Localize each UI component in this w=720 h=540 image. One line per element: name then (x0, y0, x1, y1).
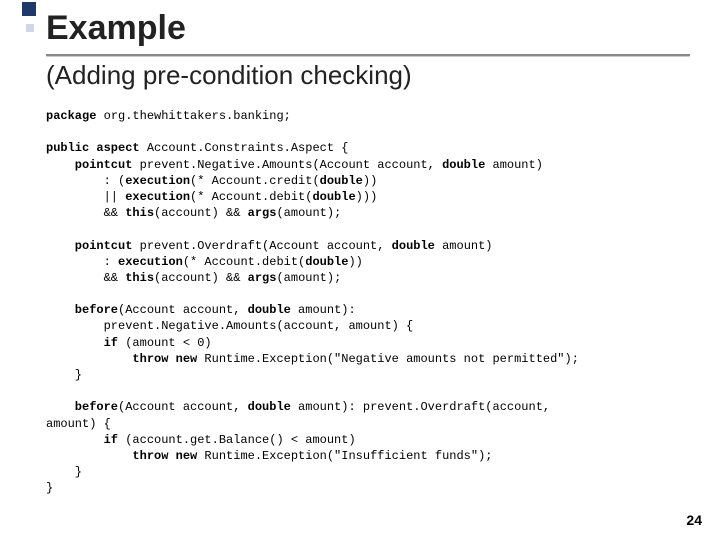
code-text: ))) (356, 190, 378, 204)
kw-this: this (125, 206, 154, 220)
slide-title: Example (46, 10, 690, 47)
code-text: prevent.Negative.Amounts(account, amount… (46, 319, 413, 333)
code-text: : (46, 255, 118, 269)
kw-execution: execution (118, 255, 183, 269)
kw-this: this (125, 271, 154, 285)
code-text: amount) (435, 239, 493, 253)
kw-double: double (392, 239, 435, 253)
code-text: )) (348, 255, 362, 269)
code-text: amount) { (46, 417, 111, 431)
kw-double: double (248, 303, 291, 317)
code-text: : ( (46, 174, 125, 188)
kw-pointcut: pointcut (46, 239, 132, 253)
code-text: amount) (485, 158, 543, 172)
kw-package: package (46, 109, 96, 123)
slide: Example (Adding pre-condition checking) … (0, 0, 720, 540)
code-text: } (46, 368, 82, 382)
page-number: 24 (686, 512, 702, 528)
code-text: } (46, 481, 53, 495)
code-text: (account.get.Balance() < amount) (118, 433, 356, 447)
code-text: Runtime.Exception("Negative amounts not … (197, 352, 579, 366)
code-text: amount): (291, 303, 356, 317)
code-text: (amount < 0) (118, 336, 212, 350)
kw-if: if (46, 336, 118, 350)
title-area: Example (46, 10, 690, 47)
code-text: (Account account, (118, 303, 248, 317)
code-text: (* Account.credit( (190, 174, 320, 188)
code-text: (* Account.debit( (190, 190, 312, 204)
kw-args: args (248, 271, 277, 285)
kw-pointcut: pointcut (46, 158, 132, 172)
kw-before: before (46, 303, 118, 317)
kw-throw-new: throw new (46, 449, 197, 463)
code-text: Runtime.Exception("Insufficient funds"); (197, 449, 492, 463)
code-text: (account) && (154, 206, 248, 220)
kw-double: double (305, 255, 348, 269)
kw-double: double (442, 158, 485, 172)
code-text: amount): prevent.Overdraft(account, (291, 400, 550, 414)
decoration-square-small (26, 24, 34, 32)
code-text: org.thewhittakers.banking; (96, 109, 290, 123)
decoration-rail (22, 0, 36, 540)
code-text: (* Account.debit( (183, 255, 305, 269)
kw-execution: execution (125, 174, 190, 188)
kw-double: double (320, 174, 363, 188)
code-text: && (46, 271, 125, 285)
kw-public-aspect: public aspect (46, 141, 140, 155)
code-text: )) (363, 174, 377, 188)
code-text: (Account account, (118, 400, 248, 414)
code-text: Account.Constraints.Aspect { (140, 141, 349, 155)
kw-throw-new: throw new (46, 352, 197, 366)
code-text: (amount); (276, 271, 341, 285)
slide-subtitle: (Adding pre-condition checking) (46, 60, 412, 91)
kw-if: if (46, 433, 118, 447)
kw-execution: execution (125, 190, 190, 204)
code-text: || (46, 190, 125, 204)
kw-before: before (46, 400, 118, 414)
code-text: (account) && (154, 271, 248, 285)
code-text: } (46, 465, 82, 479)
decoration-square-large (22, 2, 36, 16)
kw-double: double (312, 190, 355, 204)
title-underline (46, 54, 690, 57)
code-text: && (46, 206, 125, 220)
kw-args: args (248, 206, 277, 220)
code-text: prevent.Negative.Amounts(Account account… (132, 158, 442, 172)
kw-double: double (248, 400, 291, 414)
code-text: prevent.Overdraft(Account account, (132, 239, 391, 253)
code-text: (amount); (276, 206, 341, 220)
code-block: package org.thewhittakers.banking; publi… (46, 108, 690, 497)
